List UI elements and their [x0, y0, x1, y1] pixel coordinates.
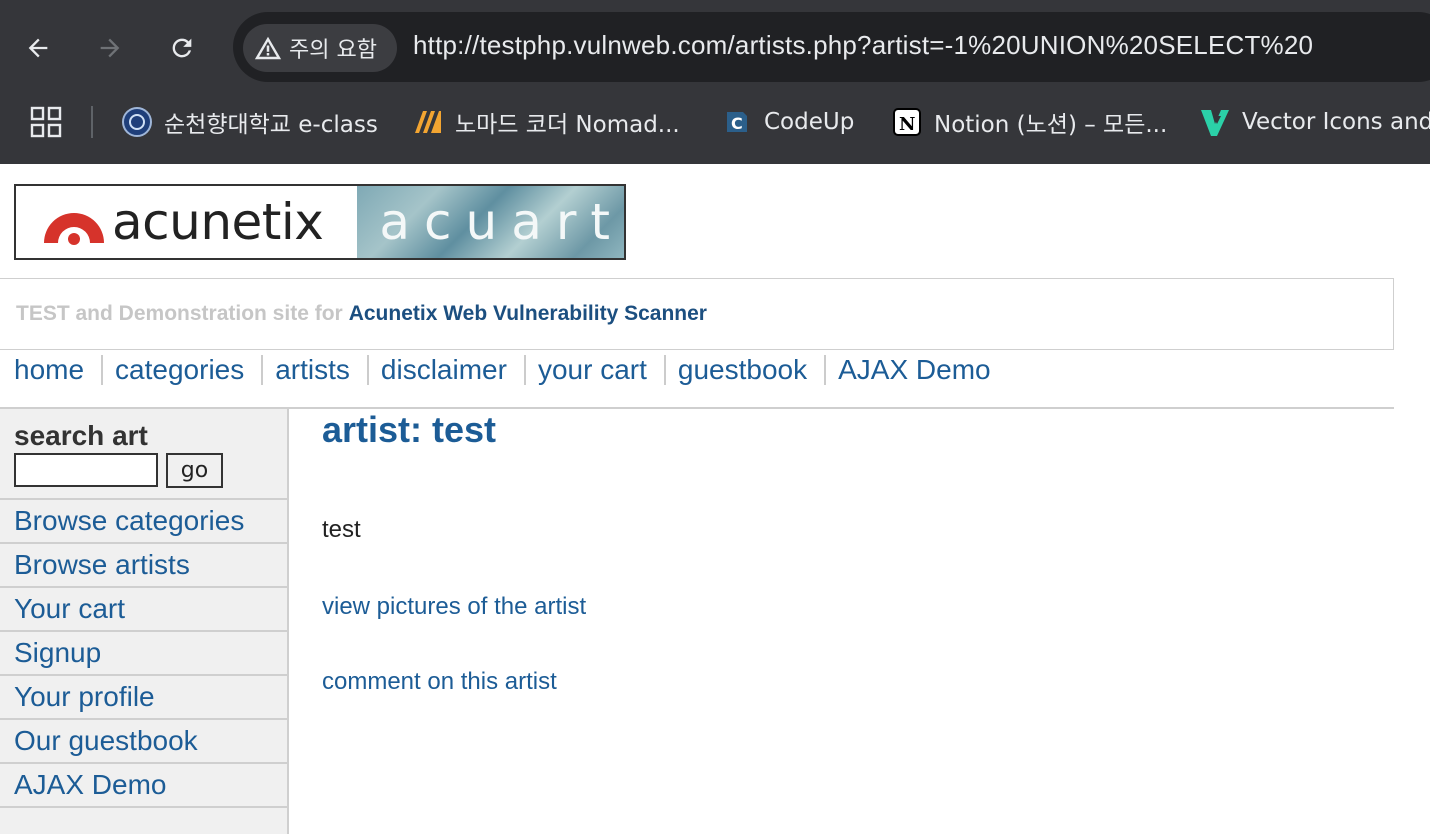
- reload-icon: [172, 38, 192, 58]
- artist-title: artist: test: [322, 409, 497, 450]
- sidebar-item-label: Your cart: [14, 593, 126, 624]
- bookmark-label: Vector Icons and: [1242, 109, 1430, 135]
- logo-product-text: acuart: [379, 193, 624, 251]
- sidebar-item-signup[interactable]: Signup: [0, 632, 287, 676]
- tagline-prefix: TEST and Demonstration site for: [16, 302, 343, 325]
- nomad-coders-icon: [411, 105, 445, 139]
- url-text[interactable]: http://testphp.vulnweb.com/artists.php?a…: [413, 30, 1313, 61]
- menu-disclaimer[interactable]: disclaimer: [381, 354, 507, 386]
- menu-separator: [523, 355, 526, 385]
- sidebar-item-your-profile[interactable]: Your profile: [0, 676, 287, 720]
- sidebar-item-label: Browse categories: [14, 505, 245, 536]
- sidebar-item-your-cart[interactable]: Your cart: [0, 588, 287, 632]
- sidebar-item-label: Our guestbook: [14, 725, 198, 756]
- sidebar-item-browse-artists[interactable]: Browse artists: [0, 544, 287, 588]
- bookmark-label: Notion (노션) – 모든...: [934, 112, 1168, 138]
- security-label: 주의 요함: [289, 38, 377, 63]
- sidebar-item-label: AJAX Demo: [14, 769, 167, 800]
- comment-artist-link[interactable]: comment on this artist: [322, 668, 557, 696]
- forward-button[interactable]: [90, 28, 130, 68]
- sidebar-item-our-guestbook[interactable]: Our guestbook: [0, 720, 287, 764]
- menu-your-cart[interactable]: your cart: [538, 354, 647, 386]
- artist-description: test: [322, 516, 361, 543]
- svg-text:N: N: [899, 114, 915, 135]
- go-button[interactable]: go: [166, 453, 223, 488]
- bookmarks-divider: [91, 106, 93, 138]
- bookmark-vector-icons[interactable]: Vector Icons and: [1198, 101, 1430, 143]
- warning-icon: [254, 36, 282, 60]
- sidebar-item-browse-categories[interactable]: Browse categories: [0, 500, 287, 544]
- sidebar-item-label: Signup: [14, 637, 102, 668]
- menu-home[interactable]: home: [14, 354, 84, 386]
- logo-brand-text: acunetix: [112, 193, 324, 251]
- tagline-link[interactable]: Acunetix Web Vulnerability Scanner: [349, 302, 707, 326]
- site-logo[interactable]: acunetix acuart: [14, 184, 626, 260]
- codeup-icon: C: [720, 105, 754, 139]
- search-title: search art: [14, 420, 148, 451]
- menu-separator: [101, 355, 104, 385]
- bookmark-notion[interactable]: N Notion (노션) – 모든...: [890, 101, 1167, 143]
- soonchunhyang-logo-icon: [120, 105, 154, 139]
- menu-artists[interactable]: artists: [275, 354, 350, 386]
- notion-icon: N: [890, 105, 924, 139]
- bookmark-label: 순천향대학교 e-class: [164, 112, 378, 138]
- bookmark-eclass[interactable]: 순천향대학교 e-class: [120, 101, 378, 143]
- bookmark-nomad[interactable]: 노마드 코더 Nomad...: [411, 101, 680, 143]
- menu-categories[interactable]: categories: [115, 354, 244, 386]
- site-tagline: TEST and Demonstration site for Acunetix…: [0, 278, 1394, 350]
- bookmark-codeup[interactable]: C CodeUp: [720, 101, 854, 143]
- sidebar: search art go Browse categories Browse a…: [0, 409, 289, 834]
- acunetix-logo: acunetix: [16, 186, 358, 258]
- reload-button[interactable]: [162, 28, 202, 68]
- apps-grid-icon[interactable]: [30, 106, 62, 138]
- sidebar-item-label: Browse artists: [14, 549, 190, 580]
- view-pictures-link[interactable]: view pictures of the artist: [322, 593, 586, 621]
- menu-guestbook[interactable]: guestbook: [678, 354, 807, 386]
- acuart-banner: acuart: [357, 186, 624, 258]
- menu-separator: [366, 355, 369, 385]
- sidebar-item-label: Your profile: [14, 681, 155, 712]
- bookmark-label: CodeUp: [764, 109, 855, 135]
- acunetix-logo-icon: [44, 213, 104, 245]
- back-button[interactable]: [18, 28, 58, 68]
- menu-separator: [663, 355, 666, 385]
- menu-ajax-demo[interactable]: AJAX Demo: [838, 354, 991, 386]
- menu-separator: [261, 355, 264, 385]
- vector-icons-icon: [1198, 105, 1232, 139]
- forward-arrow-icon: [100, 38, 120, 58]
- svg-text:C: C: [731, 114, 743, 133]
- top-menu: home categories artists disclaimer your …: [14, 350, 991, 390]
- security-chip[interactable]: 주의 요함: [243, 24, 397, 72]
- bookmark-label: 노마드 코더 Nomad...: [455, 112, 680, 138]
- menu-separator: [824, 355, 827, 385]
- sidebar-item-ajax-demo[interactable]: AJAX Demo: [0, 764, 287, 808]
- back-arrow-icon: [28, 38, 48, 58]
- search-input[interactable]: [14, 453, 158, 487]
